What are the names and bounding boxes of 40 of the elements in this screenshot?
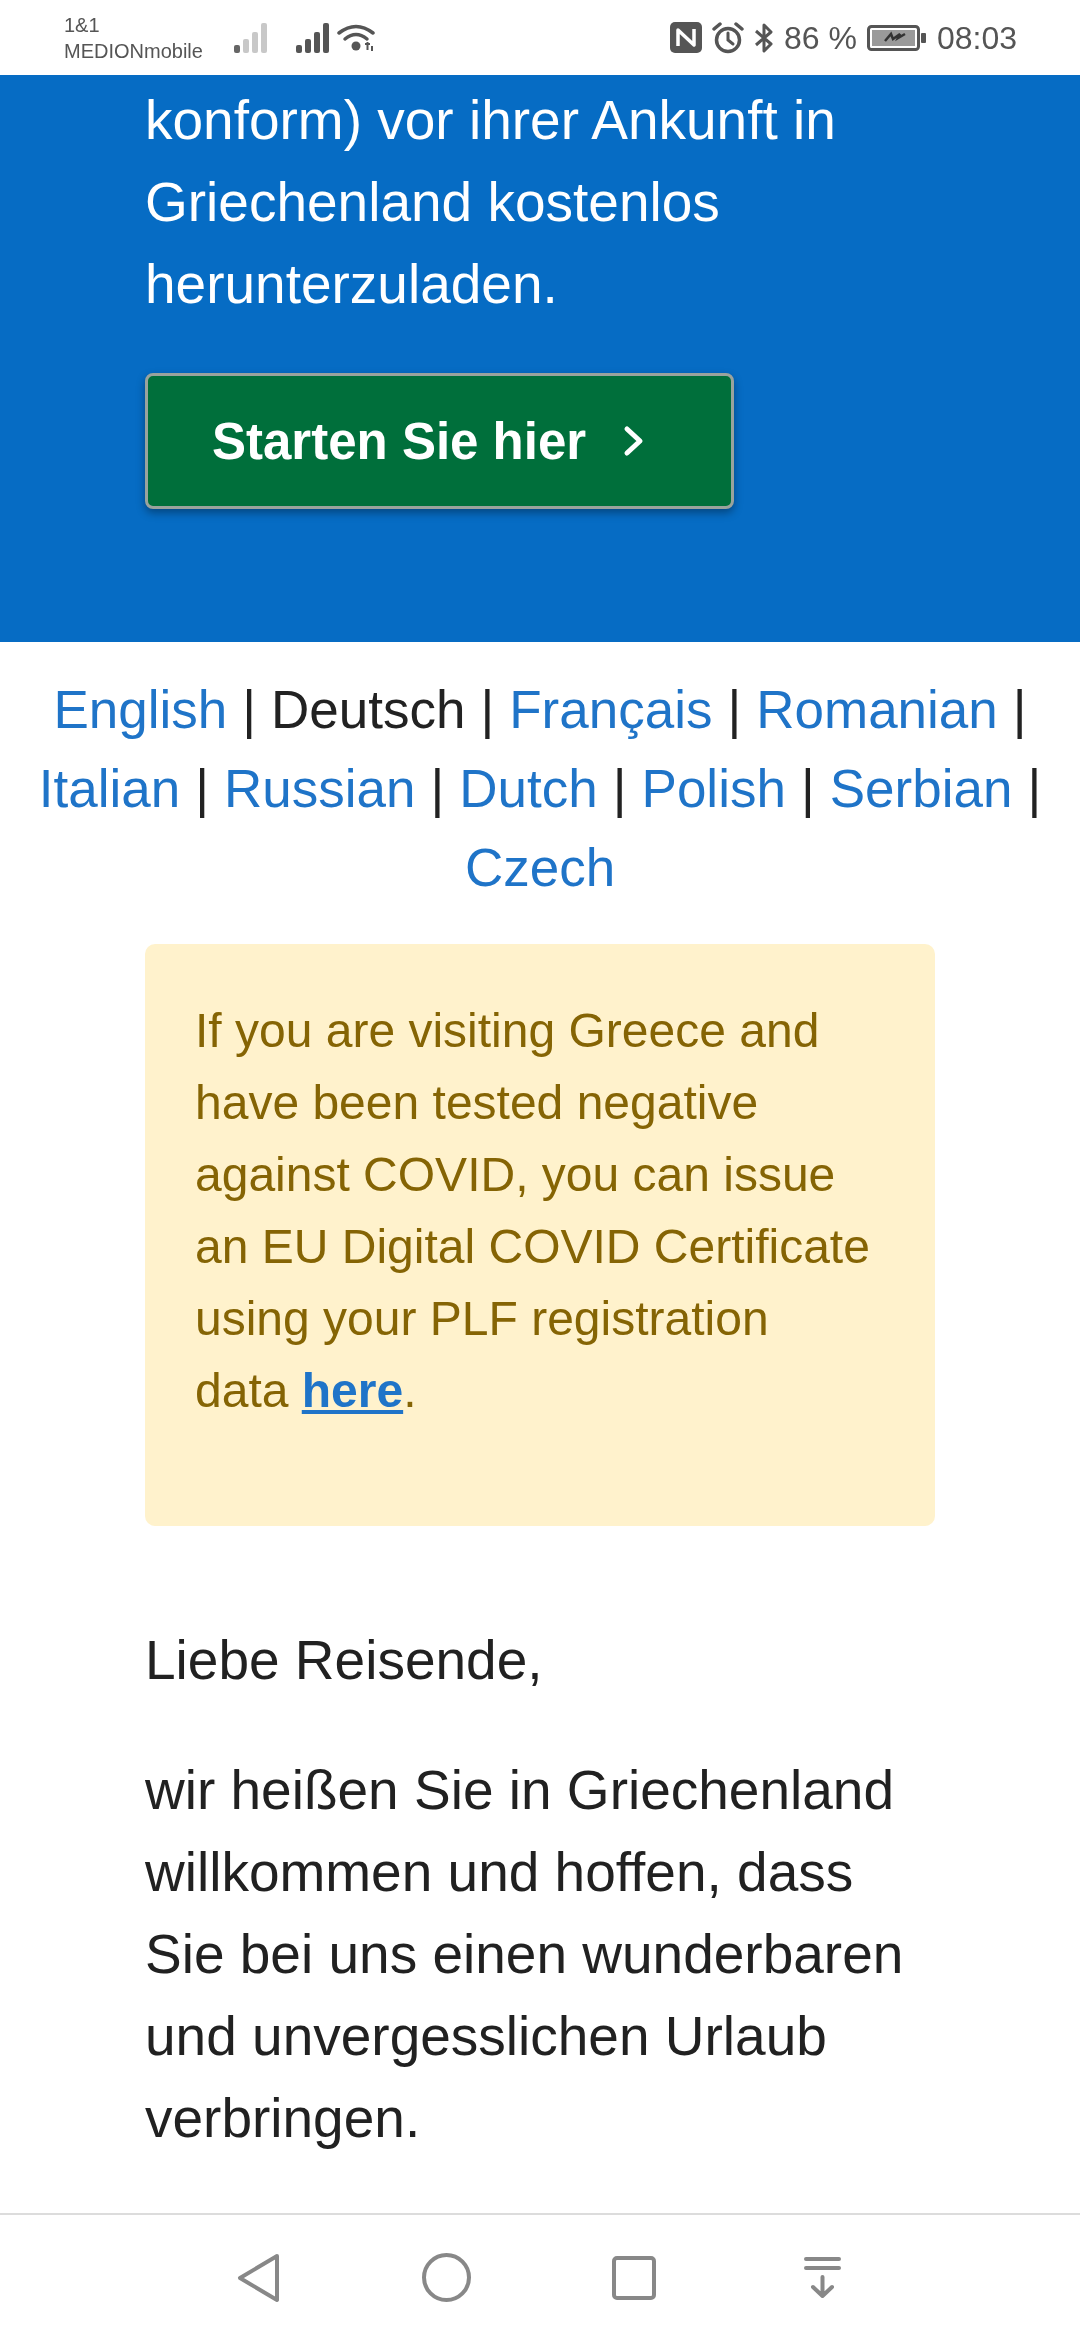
- signal-icon: [296, 22, 329, 53]
- alarm-clock-icon: [712, 21, 744, 54]
- language-option[interactable]: Français: [509, 680, 713, 739]
- language-option[interactable]: Serbian: [829, 759, 1013, 818]
- greeting-text: Liebe Reisende,: [145, 1628, 544, 1693]
- carrier-name: MEDIONmobile: [64, 38, 204, 64]
- language-option[interactable]: Russian: [224, 759, 416, 818]
- language-option[interactable]: Dutch: [459, 759, 598, 818]
- separator-text: |: [1027, 759, 1042, 818]
- recent-apps-icon[interactable]: [612, 2255, 656, 2300]
- separator-text: |: [195, 759, 210, 818]
- intro-text: wir heißen Sie in Griechenland willkommen und hoffen, dass Sie bei uns einen wunderbaren und unvergesslichen Urlaub verbringen.: [145, 1758, 905, 2151]
- back-icon[interactable]: [236, 2252, 280, 2303]
- start-button[interactable]: Starten Sie hier: [145, 373, 734, 509]
- clock-time: 08:03: [936, 19, 1017, 56]
- hero-text: konform) vor ihrer Ankunft in Griechenland kostenlos herunterzuladen.: [145, 88, 837, 317]
- carrier-name: 1&1: [64, 12, 101, 38]
- separator-text: |: [430, 759, 445, 818]
- bluetooth-icon: [754, 21, 774, 54]
- language-option[interactable]: Czech: [464, 838, 616, 897]
- here-link[interactable]: here: [301, 1364, 404, 1417]
- battery-percent: 86 %: [784, 19, 857, 56]
- language-option[interactable]: Polish: [641, 759, 786, 818]
- signal-icon: [234, 22, 267, 53]
- home-icon[interactable]: [421, 2253, 471, 2302]
- notice-text: If you are visiting Greece and have been tested negative against COVID, you can issue an EU Digital COVID Certificate using your PLF registration data here.: [195, 1003, 871, 1419]
- separator-text: |: [242, 680, 256, 739]
- separator-text: |: [480, 680, 495, 739]
- separator-text: |: [800, 759, 815, 818]
- down-arrow-lines-icon[interactable]: [802, 2256, 842, 2299]
- language-option[interactable]: Italian: [38, 759, 181, 818]
- nfc-icon: [670, 22, 702, 53]
- wifi-icon: [337, 23, 375, 52]
- separator-text: |: [727, 680, 742, 739]
- language-option[interactable]: Deutsch: [271, 680, 466, 739]
- separator-text: |: [1012, 680, 1027, 739]
- language-option[interactable]: English: [53, 680, 228, 739]
- language-option[interactable]: Romanian: [756, 680, 998, 739]
- battery-icon: [866, 24, 927, 51]
- separator-text: |: [612, 759, 627, 818]
